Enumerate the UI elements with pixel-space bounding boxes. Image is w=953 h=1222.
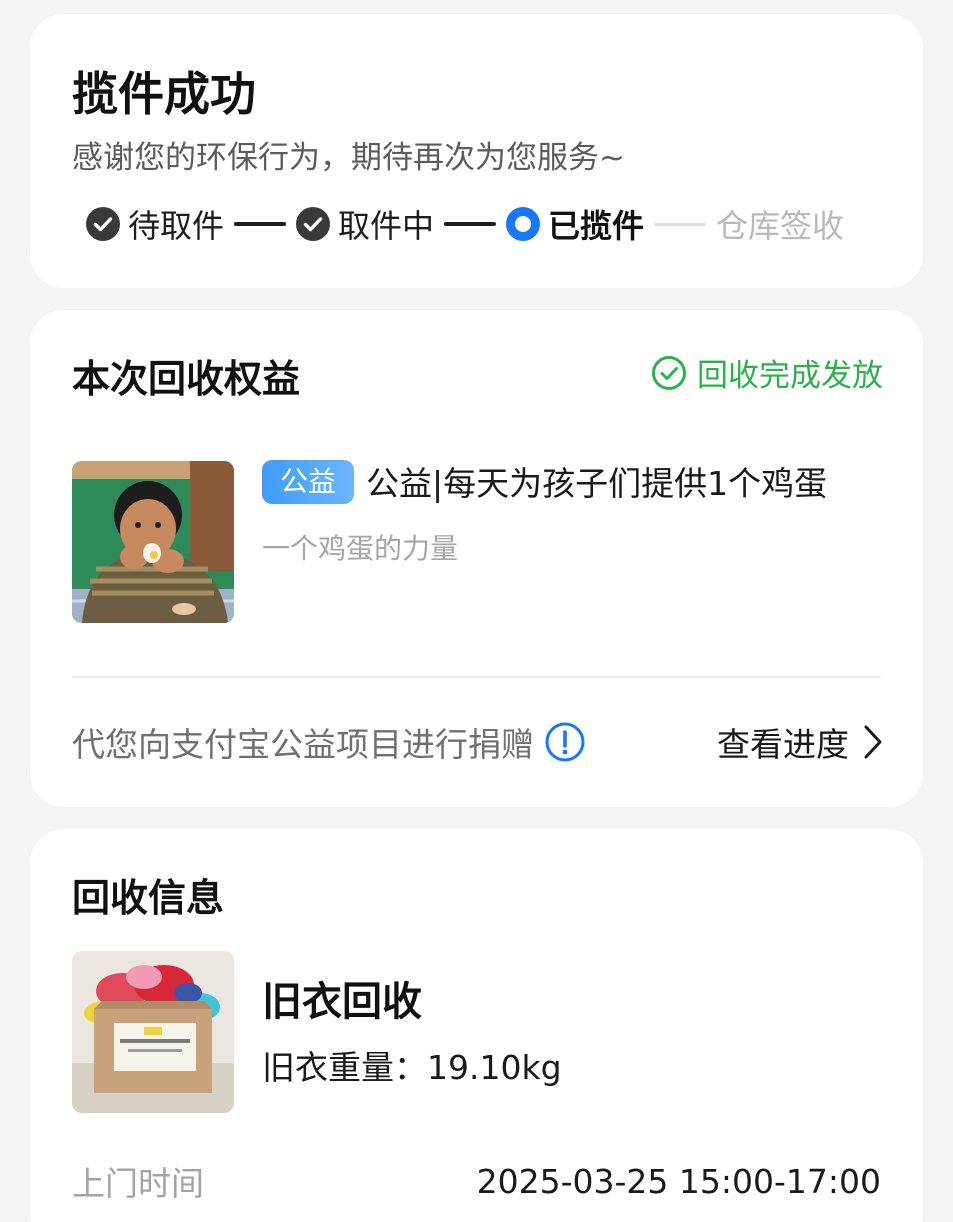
view-progress-link[interactable]: 查看进度	[717, 718, 885, 766]
step-connector	[444, 222, 497, 226]
benefit-status: 回收完成发放	[651, 350, 883, 395]
benefit-section-title: 本次回收权益	[72, 357, 301, 401]
step-connector	[654, 222, 707, 226]
step-picking-up: 取件中	[296, 201, 434, 247]
step-label: 待取件	[128, 207, 225, 245]
project-image[interactable]	[72, 461, 234, 623]
info-section-title: 回收信息	[72, 876, 225, 920]
check-circle-icon	[86, 207, 120, 241]
charity-tag: 公益	[262, 459, 355, 504]
clothes-box-picture	[72, 951, 234, 1113]
step-pending-pickup: 待取件	[86, 201, 224, 247]
step-label: 仓库签收	[716, 207, 845, 245]
progress-steps: 待取件 取件中 已揽件 仓库签收	[86, 196, 844, 252]
step-warehouse-received: 仓库签收	[716, 201, 844, 247]
status-subtitle: 感谢您的环保行为，期待再次为您服务~	[72, 140, 625, 176]
pickup-time-value: 2025-03-25 15:00-17:00	[476, 1161, 881, 1201]
charity-project[interactable]: 公益 公益|每天为孩子们提供1个鸡蛋 一个鸡蛋的力量	[262, 455, 887, 567]
item-weight: 旧衣重量：19.10kg	[262, 1041, 562, 1089]
donation-info: 代您向支付宝公益项目进行捐赠	[72, 718, 586, 766]
step-label: 已揽件	[548, 207, 645, 245]
project-subtitle: 一个鸡蛋的力量	[262, 532, 459, 565]
step-collected: 已揽件	[506, 201, 644, 247]
radio-dot-icon	[506, 207, 541, 241]
status-title: 揽件成功	[72, 67, 256, 121]
divider	[72, 676, 881, 678]
recycling-info-card: 回收信息 旧衣回收 旧衣重量：19.10kg 上门时间 2025-03-25 1…	[30, 829, 923, 1222]
exclamation-circle-icon[interactable]	[544, 721, 586, 763]
pickup-time-row: 上门时间 2025-03-25 15:00-17:00	[72, 1157, 881, 1205]
clothes-box-image	[72, 951, 234, 1113]
step-label: 取件中	[338, 207, 435, 245]
step-connector	[234, 222, 287, 226]
donation-row: 代您向支付宝公益项目进行捐赠 查看进度	[72, 714, 885, 770]
pickup-status-card: 揽件成功 感谢您的环保行为，期待再次为您服务~ 待取件 取件中 已揽件 仓库签收	[30, 14, 923, 288]
child-eating-egg-image	[72, 461, 234, 623]
recycling-benefit-card: 本次回收权益 回收完成发放 公益 公益|每天为孩子们提供1个鸡蛋 一个鸡蛋的力量…	[30, 310, 923, 807]
project-title: 公益|每天为孩子们提供1个鸡蛋	[366, 464, 828, 503]
donation-text: 代您向支付宝公益项目进行捐赠	[72, 725, 534, 764]
view-progress-label: 查看进度	[717, 725, 849, 764]
project-title-line: 公益 公益|每天为孩子们提供1个鸡蛋	[262, 455, 887, 513]
benefit-status-label: 回收完成发放	[697, 358, 883, 394]
check-circle-outline-icon	[652, 355, 686, 390]
chevron-right-icon	[864, 725, 882, 759]
item-name: 旧衣回收	[262, 979, 422, 1025]
check-circle-icon	[296, 207, 331, 241]
weight-value: 19.10kg	[427, 1048, 562, 1087]
weight-label: 旧衣重量：	[262, 1048, 427, 1087]
pickup-time-label: 上门时间	[72, 1164, 204, 1203]
